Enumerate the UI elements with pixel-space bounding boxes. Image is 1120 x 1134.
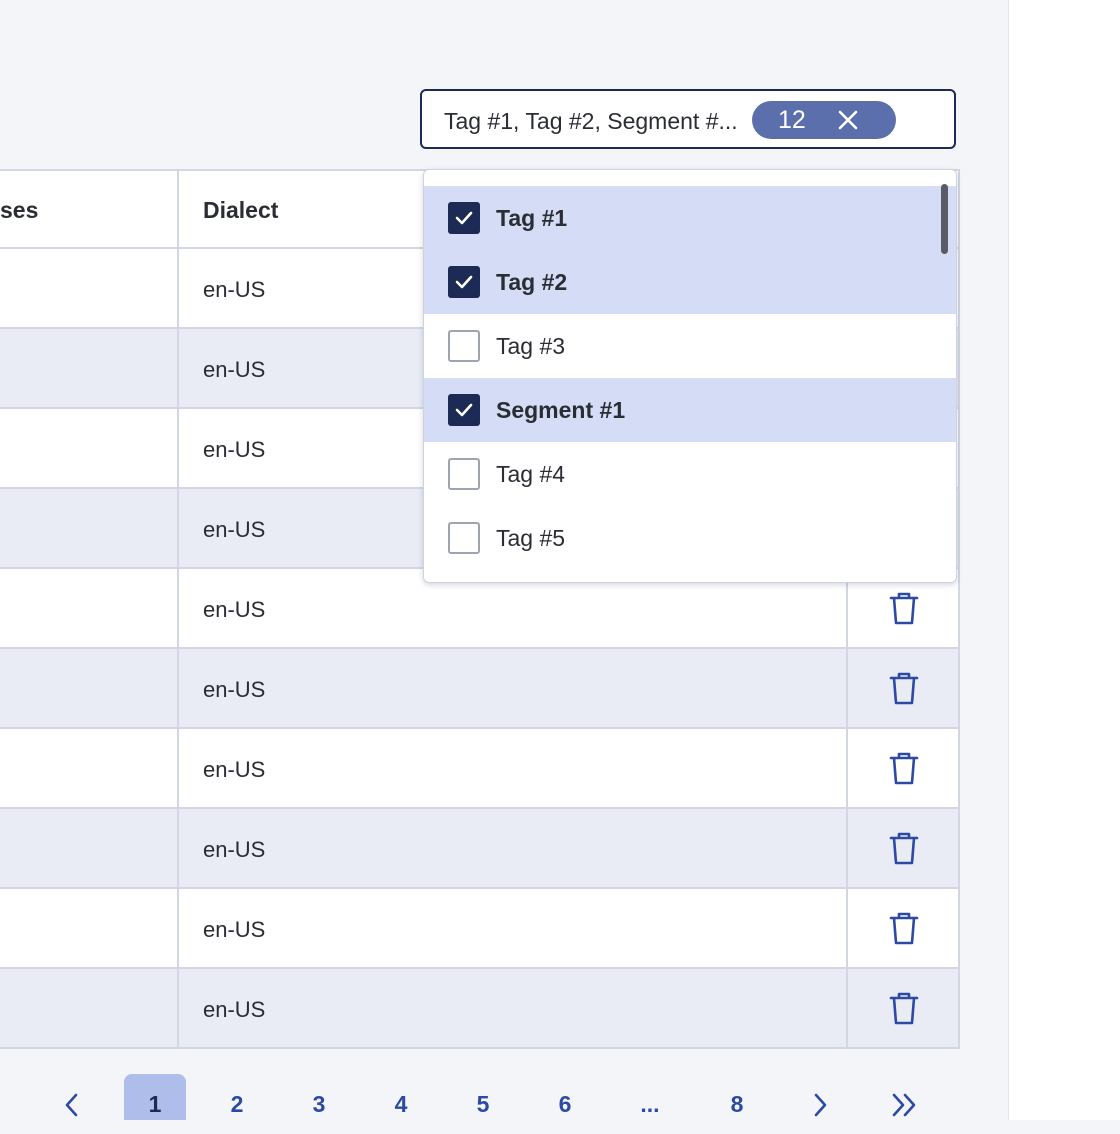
selected-count-chip: 12 [752,101,896,139]
checkmark-icon [455,211,473,225]
page-button-8[interactable]: 8 [706,1074,768,1120]
table-row: en-US [0,809,958,889]
page-button-2[interactable]: 2 [206,1074,268,1120]
option-tag-2[interactable]: Tag #2 [424,250,956,314]
dialect-cell: en-US [203,677,266,702]
trash-icon[interactable] [888,671,920,705]
tag-filter-select[interactable]: Tag #1, Tag #2, Segment #... 12 [420,89,956,149]
option-tag-1[interactable]: Tag #1 [424,186,956,250]
dialect-cell: en-US [203,437,266,462]
checkbox-checked[interactable] [448,394,480,426]
trash-icon[interactable] [888,911,920,945]
dialect-cell: en-US [203,837,266,862]
column-divider [846,569,848,1047]
checkbox-checked[interactable] [448,202,480,234]
dialect-cell: en-US [203,517,266,542]
checkmark-icon [455,403,473,417]
dialect-cell: en-US [203,357,266,382]
trash-icon[interactable] [888,591,920,625]
option-tag-5[interactable]: Tag #5 [424,506,956,570]
column-header-dialect[interactable]: Dialect [203,197,278,224]
checkbox-unchecked[interactable] [448,330,480,362]
checkbox-checked[interactable] [448,266,480,298]
dropdown-scrollbar[interactable] [941,184,948,254]
option-label: Tag #5 [496,525,566,551]
dialect-cell: en-US [203,757,266,782]
tag-dropdown-list: Tag #1 Tag #2 Tag #3 Segment #1 Tag #4 T… [423,169,957,583]
column-header-ses[interactable]: ses [0,197,38,224]
checkbox-unchecked[interactable] [448,458,480,490]
close-icon[interactable] [838,110,858,130]
option-label: Tag #3 [496,333,566,359]
chevron-left-icon[interactable] [62,1092,82,1118]
table-row: en-US [0,649,958,729]
option-label: Tag #2 [496,269,568,295]
selected-tags-text: Tag #1, Tag #2, Segment #... [444,108,738,134]
dialect-cell: en-US [203,597,266,622]
checkbox-unchecked[interactable] [448,522,480,554]
page-ellipsis: ... [640,1091,660,1117]
chevron-right-icon[interactable] [810,1092,830,1118]
dialect-cell: en-US [203,997,266,1022]
trash-icon[interactable] [888,991,920,1025]
right-panel-edge [1008,0,1120,1120]
option-tag-3[interactable]: Tag #3 [424,314,956,378]
option-label: Tag #4 [496,461,566,487]
table-row: en-US [0,969,958,1049]
option-segment-1[interactable]: Segment #1 [424,378,956,442]
dialect-cell: en-US [203,277,266,302]
table-row: en-US [0,889,958,969]
page-button-1[interactable]: 1 [124,1074,186,1120]
checkmark-icon [455,275,473,289]
column-divider [177,169,179,1047]
selected-count: 12 [778,106,806,134]
option-tag-4[interactable]: Tag #4 [424,442,956,506]
page-button-6[interactable]: 6 [534,1074,596,1120]
page-button-3[interactable]: 3 [288,1074,350,1120]
table-row: en-US [0,729,958,809]
page-button-4[interactable]: 4 [370,1074,432,1120]
option-label: Tag #1 [496,205,568,231]
trash-icon[interactable] [888,831,920,865]
trash-icon[interactable] [888,751,920,785]
page-button-5[interactable]: 5 [452,1074,514,1120]
dialect-cell: en-US [203,917,266,942]
option-label: Segment #1 [496,397,626,423]
double-chevron-right-icon[interactable] [890,1092,920,1118]
